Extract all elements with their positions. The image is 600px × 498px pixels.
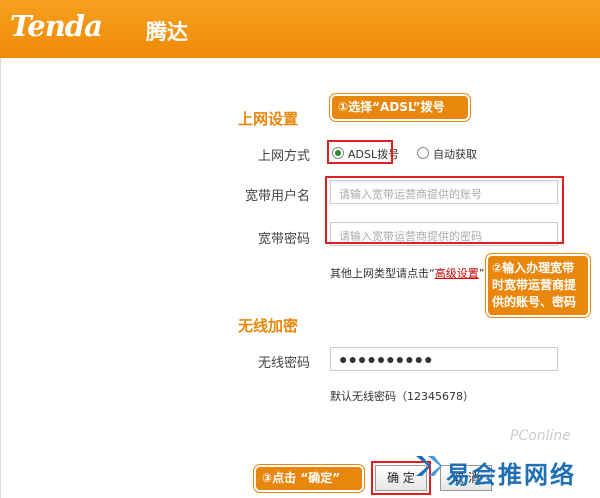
other-types-hint: 其他上网类型请点击“高级设置” (330, 267, 485, 280)
wireless-default-hint: 默认无线密码（12345678） (330, 390, 474, 403)
header-bar: Tenda 腾达 (0, 0, 600, 58)
password-label: 宽带密码 (257, 232, 310, 247)
connection-mode-label: 上网方式 (257, 149, 310, 164)
callout-step1: ①选择“ADSL”拨号 (330, 94, 470, 121)
callout-step2: ②输入办理宽带 时宽带运营商提 供的账号、密码 (486, 254, 590, 317)
username-label: 宽带用户名 (244, 189, 310, 204)
advanced-settings-link[interactable]: 高级设置 (435, 267, 479, 280)
radio-auto-label: 自动获取 (433, 148, 477, 161)
section-title-wireless: 无线加密 (238, 317, 299, 335)
wireless-password-label: 无线密码 (257, 356, 310, 371)
radio-auto[interactable] (417, 147, 429, 159)
tenda-logo-cn: 腾达 (146, 20, 188, 44)
callout-step3: ③点击 “确定” (254, 465, 364, 492)
tenda-logo: Tenda (10, 9, 103, 43)
highlight-credentials-box (325, 176, 564, 244)
section-title-internet: 上网设置 (238, 110, 299, 128)
highlight-adsl-box (327, 140, 393, 164)
wireless-password-input[interactable]: ●●●●●●●●●● (330, 347, 558, 371)
watermark-pc: PConline (510, 428, 571, 444)
watermark-brand: 易会推网络 (446, 461, 576, 489)
watermark-logo-icon (416, 456, 442, 476)
